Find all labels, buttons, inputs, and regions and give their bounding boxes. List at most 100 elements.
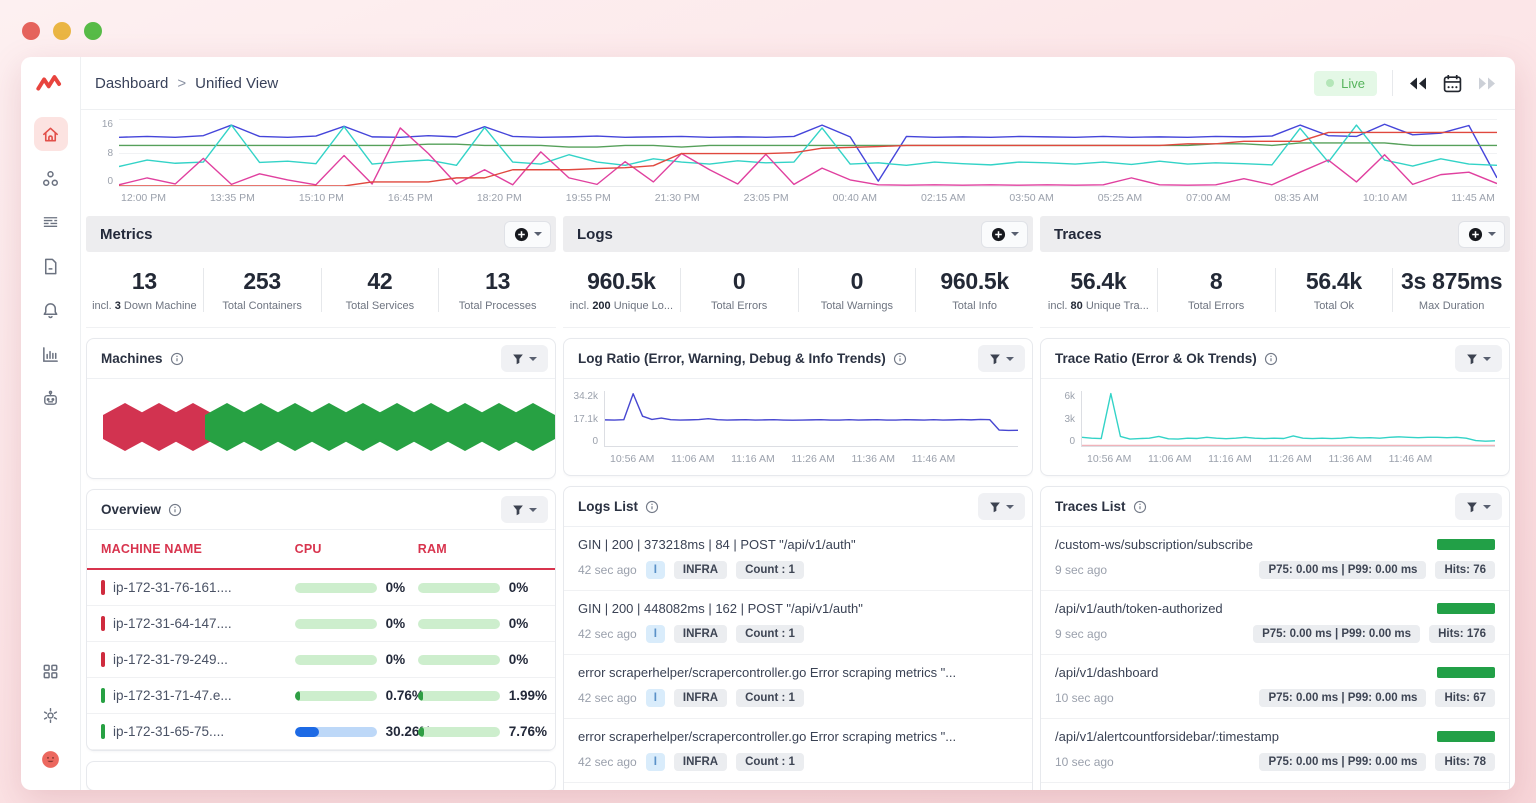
unified-overview-chart[interactable]: 1680 12:00 PM13:35 PM15:10 PM16:45 PM18:… (81, 110, 1515, 208)
stat-label: incl. 80 Unique Tra... (1043, 300, 1154, 312)
ram-cell: 0% (418, 616, 541, 631)
latency-badge: P75: 0.00 ms | P99: 0.00 ms (1259, 753, 1426, 771)
stat-label: Total Containers (207, 300, 318, 312)
machines-card: Machines (86, 338, 556, 479)
y-tick-label: 0 (93, 176, 113, 187)
metrics-stats-row: 13incl. 3 Down Machine253Total Container… (86, 252, 556, 328)
table-row[interactable]: ip-172-31-76-161....0%0% (87, 570, 555, 606)
machines-filter-button[interactable] (501, 345, 548, 372)
usage-bar-fill (418, 691, 423, 701)
trace-timestamp: 10 sec ago (1055, 755, 1114, 769)
sidebar (21, 57, 81, 790)
filter-funnel-icon (989, 353, 1001, 365)
sidebar-item-apps[interactable] (34, 654, 68, 688)
trace-list-item[interactable]: /api/v1/alertcountforsidebar/:timestamp1… (1041, 719, 1509, 783)
info-icon[interactable] (893, 352, 907, 366)
info-icon[interactable] (1133, 500, 1147, 514)
sidebar-item-profile[interactable] (34, 742, 68, 776)
stat-label: Max Duration (1396, 300, 1507, 312)
table-row[interactable]: ip-172-31-65-75....30.26%7.76% (87, 714, 555, 750)
info-icon[interactable] (645, 500, 659, 514)
x-tick-label: 11:36 AM (851, 453, 895, 465)
overview-filter-button[interactable] (501, 496, 548, 523)
window-controls (22, 22, 102, 40)
usage-percent: 0% (386, 652, 406, 667)
usage-bar (295, 583, 377, 593)
logs-section-header: Logs (563, 216, 1033, 252)
sidebar-item-settings[interactable] (34, 698, 68, 732)
usage-bar (295, 727, 377, 737)
sidebar-item-alerts[interactable] (34, 293, 68, 327)
log-list-item[interactable]: error scraperhelper/scrapercontroller.go… (564, 655, 1032, 719)
table-row[interactable]: ip-172-31-64-147....0%0% (87, 606, 555, 642)
main-area: Dashboard > Unified View Live (81, 57, 1515, 790)
log-ratio-chart[interactable]: 34.2k17.1k0 10:56 AM11:06 AM11:16 AM11:2… (564, 379, 1032, 475)
sidebar-item-documents[interactable] (34, 249, 68, 283)
logs-section-title: Logs (577, 226, 613, 243)
sidebar-item-logs[interactable] (34, 205, 68, 239)
sidebar-item-reports[interactable] (34, 337, 68, 371)
trace-badges: P75: 0.00 ms | P99: 0.00 msHits: 67 (1259, 689, 1495, 707)
stat-label: incl. 3 Down Machine (89, 300, 200, 312)
time-forward-button[interactable] (1477, 76, 1497, 91)
overview-card-header: Overview (87, 490, 555, 530)
x-tick-label: 11:26 AM (1268, 453, 1312, 465)
trace-list-item[interactable]: /api/v1/auth/token-authorized9 sec agoP7… (1041, 591, 1509, 655)
main-chart-plot[interactable] (119, 119, 1497, 187)
info-icon[interactable] (170, 352, 184, 366)
sidebar-item-assistant[interactable] (34, 381, 68, 415)
breadcrumb-dashboard[interactable]: Dashboard (95, 75, 168, 92)
latency-badge: P75: 0.00 ms | P99: 0.00 ms (1259, 561, 1426, 579)
trace-endpoint: /custom-ws/subscription/subscribe (1055, 537, 1253, 552)
breadcrumb: Dashboard > Unified View (95, 75, 278, 92)
add-traces-widget-button[interactable] (1458, 221, 1505, 248)
stat-label: Total Info (919, 300, 1030, 312)
x-tick-label: 11:16 AM (1208, 453, 1252, 465)
log-ratio-filter-button[interactable] (978, 345, 1025, 372)
log-list-item[interactable]: error scraperhelper/scrapercontroller.go… (564, 783, 1032, 790)
chevron-down-icon (529, 508, 537, 516)
machine-name: ip-172-31-65-75.... (113, 724, 224, 739)
trace-timestamp: 9 sec ago (1055, 627, 1107, 641)
traces-list-filter-button[interactable] (1455, 493, 1502, 520)
severity-badge: I (646, 689, 665, 707)
logs-list-filter-button[interactable] (978, 493, 1025, 520)
stat-value: 960.5k (919, 268, 1030, 295)
add-metrics-widget-button[interactable] (504, 221, 551, 248)
severity-badge: I (646, 753, 665, 771)
time-range-calendar-button[interactable] (1443, 74, 1462, 93)
minimize-button[interactable] (53, 22, 71, 40)
trace-list-item[interactable]: /custom-ws/subscription/subscribe9 sec a… (1041, 527, 1509, 591)
x-tick-label: 10:56 AM (1087, 453, 1131, 465)
x-tick-label: 21:30 PM (655, 192, 700, 204)
x-tick-label: 18:20 PM (477, 192, 522, 204)
info-icon[interactable] (1264, 352, 1278, 366)
add-logs-widget-button[interactable] (981, 221, 1028, 248)
maximize-button[interactable] (84, 22, 102, 40)
y-tick-label: 0 (570, 436, 598, 447)
close-button[interactable] (22, 22, 40, 40)
sidebar-item-topology[interactable] (34, 161, 68, 195)
x-tick-label: 19:55 PM (566, 192, 611, 204)
trace-ratio-chart[interactable]: 6k3k0 10:56 AM11:06 AM11:16 AM11:26 AM11… (1041, 379, 1509, 475)
trace-ratio-plot (1081, 391, 1495, 447)
table-row[interactable]: ip-172-31-71-47.e...0.76%1.99% (87, 678, 555, 714)
live-badge[interactable]: Live (1314, 71, 1377, 96)
trace-list-item[interactable]: /api/v1/dashboard10 sec agoP75: 0.00 ms … (1041, 655, 1509, 719)
hits-bar (1437, 603, 1495, 614)
table-row[interactable]: ip-172-31-79-249...0%0% (87, 642, 555, 678)
info-icon[interactable] (168, 503, 182, 517)
log-list-item[interactable]: GIN | 200 | 373218ms | 84 | POST "/api/v… (564, 527, 1032, 591)
machine-hexagon-up[interactable] (511, 403, 555, 451)
log-list-item[interactable]: GIN | 200 | 448082ms | 162 | POST "/api/… (564, 591, 1032, 655)
stat-value: 8 (1161, 268, 1272, 295)
time-rewind-button[interactable] (1408, 76, 1428, 91)
x-tick-label: 11:36 AM (1328, 453, 1372, 465)
main-chart-x-axis: 12:00 PM13:35 PM15:10 PM16:45 PM18:20 PM… (93, 187, 1497, 208)
log-list-item[interactable]: error scraperhelper/scrapercontroller.go… (564, 719, 1032, 783)
overview-table-header: MACHINE NAMECPURAM (87, 530, 555, 570)
trace-ratio-filter-button[interactable] (1455, 345, 1502, 372)
stat-value: 960.5k (566, 268, 677, 295)
trace-list-item[interactable]: /api/v1/infrastructure/host-list (1041, 783, 1509, 790)
sidebar-item-home[interactable] (34, 117, 68, 151)
